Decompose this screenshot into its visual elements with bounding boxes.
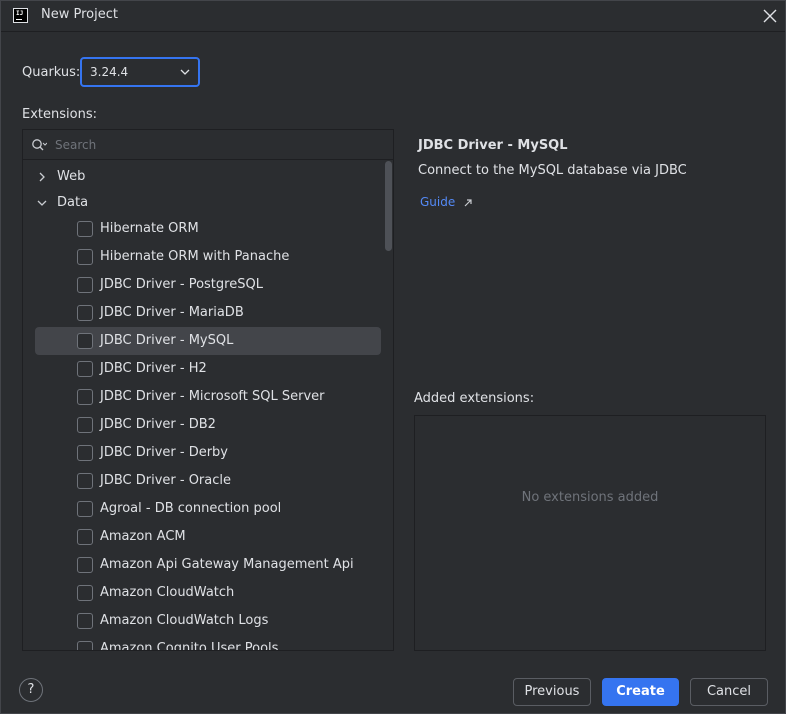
- search-icon[interactable]: [31, 138, 47, 152]
- tree-group-label: Data: [57, 195, 89, 210]
- guide-link-label[interactable]: Guide: [420, 195, 455, 209]
- extension-item-amazon-cloudwatch[interactable]: Amazon CloudWatch: [35, 579, 381, 607]
- title-bar: IJ New Project: [1, 1, 785, 32]
- extension-item-jdbc-mssql[interactable]: JDBC Driver - Microsoft SQL Server: [35, 383, 381, 411]
- search-placeholder[interactable]: Search: [55, 138, 96, 152]
- extensions-label: Extensions:: [22, 107, 97, 122]
- extension-checkbox[interactable]: [77, 445, 93, 461]
- extension-item-jdbc-h2[interactable]: JDBC Driver - H2: [35, 355, 381, 383]
- extension-label: JDBC Driver - MariaDB: [100, 305, 244, 320]
- window-title: New Project: [41, 7, 118, 22]
- extension-checkbox[interactable]: [77, 501, 93, 517]
- extension-label: Amazon CloudWatch: [100, 585, 235, 600]
- tree-group-data[interactable]: Data: [23, 190, 383, 216]
- extension-label: JDBC Driver - Oracle: [100, 473, 232, 488]
- added-extensions-box: No extensions added: [414, 415, 766, 651]
- extension-label: JDBC Driver - MySQL: [100, 333, 234, 348]
- extension-checkbox[interactable]: [77, 641, 93, 650]
- extension-label: JDBC Driver - Microsoft SQL Server: [100, 389, 325, 404]
- extension-item-jdbc-db2[interactable]: JDBC Driver - DB2: [35, 411, 381, 439]
- extension-label: Agroal - DB connection pool: [100, 501, 282, 516]
- extension-checkbox[interactable]: [77, 249, 93, 265]
- extension-checkbox[interactable]: [77, 277, 93, 293]
- extension-label: Amazon ACM: [100, 529, 186, 544]
- extension-label: JDBC Driver - PostgreSQL: [100, 277, 263, 292]
- extension-checkbox[interactable]: [77, 361, 93, 377]
- external-link-icon[interactable]: [463, 198, 473, 208]
- extensions-search[interactable]: Search: [23, 130, 393, 160]
- cancel-button[interactable]: Cancel: [690, 678, 768, 706]
- chevron-down-icon[interactable]: [37, 198, 47, 208]
- extension-item-hibernate-orm[interactable]: Hibernate ORM: [35, 215, 381, 243]
- extension-checkbox[interactable]: [77, 613, 93, 629]
- extension-label: Amazon Cognito User Pools: [100, 641, 279, 651]
- extension-item-jdbc-mysql[interactable]: JDBC Driver - MySQL: [35, 327, 381, 355]
- extension-label: Hibernate ORM with Panache: [100, 249, 290, 264]
- no-extensions-text: No extensions added: [521, 490, 659, 505]
- guide-link[interactable]: Guide: [420, 195, 473, 209]
- extension-checkbox[interactable]: [77, 585, 93, 601]
- extension-item-jdbc-mariadb[interactable]: JDBC Driver - MariaDB: [35, 299, 381, 327]
- extension-checkbox[interactable]: [77, 473, 93, 489]
- help-icon[interactable]: ?: [19, 678, 43, 702]
- extension-item-jdbc-postgresql[interactable]: JDBC Driver - PostgreSQL: [35, 271, 381, 299]
- extension-checkbox[interactable]: [77, 389, 93, 405]
- create-button[interactable]: Create: [602, 678, 679, 706]
- extension-checkbox[interactable]: [77, 417, 93, 433]
- intellij-idea-icon: IJ: [13, 8, 28, 23]
- new-project-dialog: IJ New Project Quarkus: 3.24.4 Extension…: [0, 0, 786, 714]
- extension-checkbox[interactable]: [77, 221, 93, 237]
- extension-checkbox[interactable]: [77, 333, 93, 349]
- chevron-right-icon[interactable]: [37, 172, 47, 182]
- extension-item-amazon-apigw-mgmt[interactable]: Amazon Api Gateway Management Api: [35, 551, 381, 579]
- extension-label: JDBC Driver - DB2: [100, 417, 216, 432]
- extension-label: Amazon Api Gateway Management Api: [100, 557, 354, 572]
- quarkus-version-select[interactable]: 3.24.4: [80, 57, 200, 87]
- extension-item-amazon-cloudwatch-logs[interactable]: Amazon CloudWatch Logs: [35, 607, 381, 635]
- chevron-down-icon: [180, 69, 190, 75]
- quarkus-version-value: 3.24.4: [90, 65, 129, 79]
- close-icon[interactable]: [761, 7, 779, 25]
- extension-label: Hibernate ORM: [100, 221, 199, 236]
- detail-title: JDBC Driver - MySQL: [418, 138, 568, 153]
- list-scrollbar[interactable]: [385, 161, 392, 251]
- extensions-list-panel: Search Web Data Hibernate ORM Hibernate …: [22, 129, 394, 651]
- extension-label: JDBC Driver - H2: [100, 361, 207, 376]
- extension-checkbox[interactable]: [77, 305, 93, 321]
- previous-button[interactable]: Previous: [513, 678, 591, 706]
- extension-label: JDBC Driver - Derby: [100, 445, 229, 460]
- added-extensions-label: Added extensions:: [414, 391, 535, 406]
- extension-item-agroal[interactable]: Agroal - DB connection pool: [35, 495, 381, 523]
- extension-item-amazon-acm[interactable]: Amazon ACM: [35, 523, 381, 551]
- tree-group-web[interactable]: Web: [23, 164, 383, 190]
- tree-group-label: Web: [57, 169, 86, 184]
- extension-item-jdbc-oracle[interactable]: JDBC Driver - Oracle: [35, 467, 381, 495]
- extension-item-jdbc-derby[interactable]: JDBC Driver - Derby: [35, 439, 381, 467]
- extension-label: Amazon CloudWatch Logs: [100, 613, 269, 628]
- extension-checkbox[interactable]: [77, 529, 93, 545]
- extension-checkbox[interactable]: [77, 557, 93, 573]
- detail-description: Connect to the MySQL database via JDBC: [418, 163, 687, 178]
- quarkus-label: Quarkus:: [22, 65, 81, 80]
- extension-item-amazon-cognito[interactable]: Amazon Cognito User Pools: [35, 635, 381, 651]
- extension-item-hibernate-orm-panache[interactable]: Hibernate ORM with Panache: [35, 243, 381, 271]
- extensions-tree: Web Data Hibernate ORM Hibernate ORM wit…: [23, 161, 383, 651]
